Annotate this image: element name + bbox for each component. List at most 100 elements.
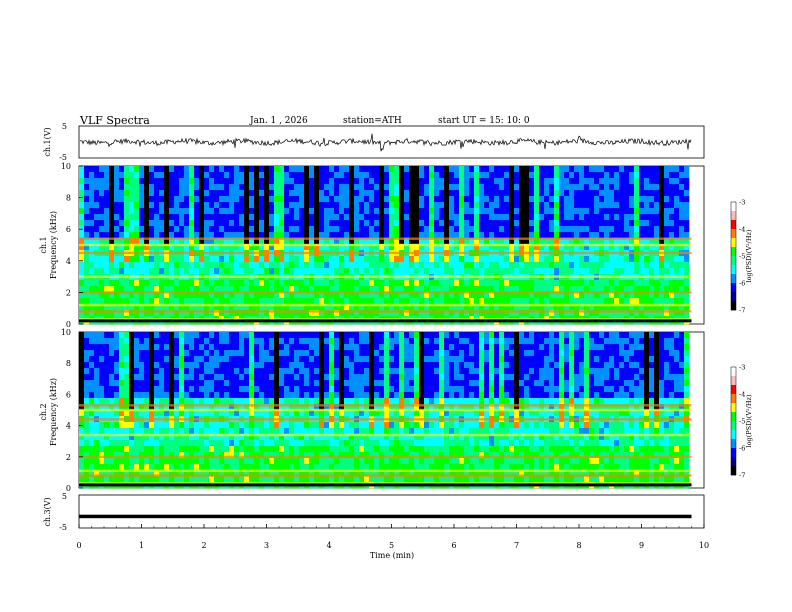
spec2-cell xyxy=(184,332,190,339)
spec1-cell xyxy=(509,220,515,227)
spec1-cell xyxy=(194,214,200,221)
spec2-cell xyxy=(199,380,205,387)
spec1-cell xyxy=(264,322,270,325)
spec1-cell xyxy=(189,280,195,287)
spec2-cell xyxy=(254,332,260,339)
spec1-cell xyxy=(674,214,680,221)
spec2-cell xyxy=(389,368,395,375)
spec2-cell xyxy=(124,374,130,381)
spec2-cell xyxy=(194,332,200,339)
spec1-cell xyxy=(259,280,265,287)
spec2-cell xyxy=(199,440,205,447)
spec2-cell xyxy=(219,368,225,375)
spec1-cell xyxy=(439,190,445,197)
spec1-cell xyxy=(379,232,385,239)
spec1-cell xyxy=(439,298,445,305)
spec1-cell xyxy=(314,202,320,209)
spec2-cell xyxy=(304,356,310,363)
spec2-cell xyxy=(139,380,145,387)
spec1-cell xyxy=(284,190,290,197)
spec1-cell xyxy=(109,166,115,173)
spec1-cell xyxy=(279,280,285,287)
spec1-cell xyxy=(319,166,325,173)
spec2-cell xyxy=(169,338,175,345)
spec1-cell xyxy=(354,322,360,325)
spec1-cell xyxy=(269,172,275,179)
spec1-cell xyxy=(609,166,615,173)
spec1-cell xyxy=(364,220,370,227)
spec1-cell xyxy=(294,184,300,191)
spec2-cell xyxy=(194,398,200,405)
spec1-cell xyxy=(214,322,220,325)
spec1-cell xyxy=(574,214,580,221)
spec2-cell xyxy=(104,464,110,471)
spec2-cell xyxy=(289,386,295,393)
spec1-cell xyxy=(579,232,585,239)
spec1-cell xyxy=(219,256,225,263)
spec1-cell xyxy=(519,322,525,325)
spec2-cell xyxy=(279,440,285,447)
spec1-cell xyxy=(649,214,655,221)
spec1-cell xyxy=(254,214,260,221)
spec1-cell xyxy=(404,226,410,233)
spec1-cell xyxy=(549,322,555,325)
spec1-cell xyxy=(544,178,550,185)
spec2-cell xyxy=(394,422,400,429)
spec1-cell xyxy=(409,220,415,227)
spec1-cell xyxy=(214,256,220,263)
spec1-cell xyxy=(179,298,185,305)
spec1-cell xyxy=(224,280,230,287)
spec1-cell xyxy=(379,226,385,233)
spec1-cell xyxy=(654,262,660,269)
spec1-cell xyxy=(89,190,95,197)
spec1-cell xyxy=(279,178,285,185)
spec1-cell xyxy=(459,220,465,227)
spec1-cell xyxy=(599,220,605,227)
spec1-cell xyxy=(684,232,690,239)
spec2-cell xyxy=(364,386,370,393)
spec1-cell xyxy=(479,220,485,227)
spec1-cell xyxy=(429,268,435,275)
spec2-cell xyxy=(134,332,140,339)
spec1-cell xyxy=(474,178,480,185)
spec1-cell xyxy=(209,190,215,197)
spec1-cell xyxy=(404,178,410,185)
spec2-cell xyxy=(154,380,160,387)
spec2-cell xyxy=(274,440,280,447)
spec2-cell xyxy=(369,464,375,471)
spec2-cell xyxy=(389,422,395,429)
spec1-cell xyxy=(404,202,410,209)
spec1-cell xyxy=(394,268,400,275)
spec1-cell xyxy=(344,256,350,263)
spec1-cell xyxy=(229,220,235,227)
spec1-cell xyxy=(494,166,500,173)
spec2-cell xyxy=(149,386,155,393)
spec1-cell xyxy=(159,268,165,275)
spec1-cell xyxy=(339,220,345,227)
spec2-cell xyxy=(99,368,105,375)
spec2-cell xyxy=(244,386,250,393)
spec1-cell xyxy=(154,256,160,263)
spec2-cell xyxy=(344,440,350,447)
spec2-cell xyxy=(149,464,155,471)
spec1-cell xyxy=(84,232,90,239)
spec1-cell xyxy=(589,268,595,275)
spec1-cell xyxy=(654,184,660,191)
spec1-cell xyxy=(459,208,465,215)
spec2-cell xyxy=(379,386,385,393)
spec1-cell xyxy=(284,220,290,227)
spec1-cell xyxy=(324,202,330,209)
spec1-cell xyxy=(424,190,430,197)
spec1-cell xyxy=(109,280,115,287)
spec1-cell xyxy=(154,196,160,203)
spec2-cell xyxy=(384,464,390,471)
spec1-cell xyxy=(679,268,685,275)
spec2-cell xyxy=(284,464,290,471)
spec2-cell xyxy=(389,440,395,447)
spec2-cell xyxy=(204,362,210,369)
spec1-cell xyxy=(359,220,365,227)
spec1-cell xyxy=(134,190,140,197)
spec1-cell xyxy=(349,172,355,179)
spec1-cell xyxy=(344,268,350,275)
spec1-cell xyxy=(189,202,195,209)
